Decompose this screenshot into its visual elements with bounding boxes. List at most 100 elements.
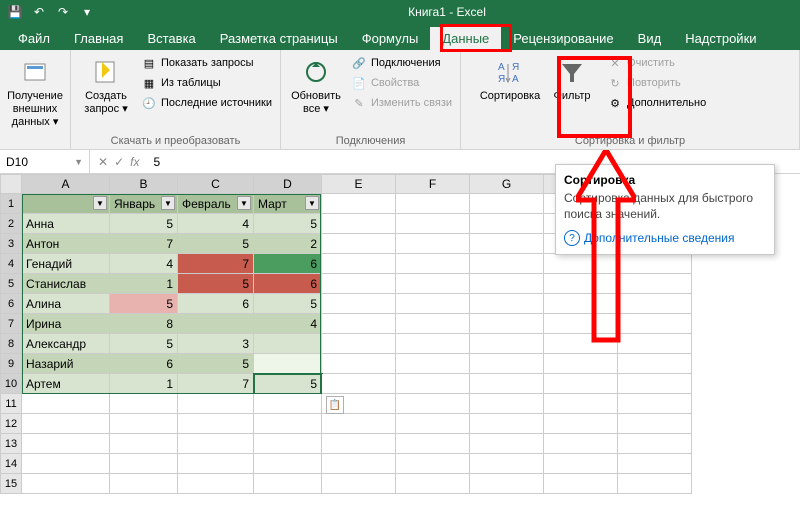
tooltip-help-link[interactable]: Дополнительные сведения — [564, 230, 766, 246]
cell[interactable] — [618, 254, 692, 274]
cell[interactable] — [470, 394, 544, 414]
cell[interactable] — [322, 354, 396, 374]
cell[interactable] — [396, 434, 470, 454]
tab-data[interactable]: Данные — [430, 27, 501, 50]
cell[interactable] — [618, 334, 692, 354]
cell[interactable] — [544, 394, 618, 414]
table-header[interactable]: ▼ — [22, 194, 110, 214]
connections-button[interactable]: 🔗Подключения — [349, 54, 454, 72]
cell[interactable] — [618, 274, 692, 294]
cell-value[interactable]: 5 — [178, 234, 254, 254]
cell[interactable] — [470, 454, 544, 474]
cell-name[interactable]: Ирина — [22, 314, 110, 334]
cell-value[interactable] — [254, 334, 322, 354]
cell[interactable] — [322, 194, 396, 214]
cell[interactable] — [110, 454, 178, 474]
cell[interactable] — [396, 394, 470, 414]
cell-value[interactable]: 5 — [254, 214, 322, 234]
row-header[interactable]: 1 — [0, 194, 22, 214]
row-header[interactable]: 10 — [0, 374, 22, 394]
cell[interactable] — [254, 414, 322, 434]
cell[interactable] — [396, 454, 470, 474]
cell-name[interactable]: Александр — [22, 334, 110, 354]
cell[interactable] — [322, 314, 396, 334]
cell[interactable] — [396, 334, 470, 354]
cell-value[interactable]: 5 — [178, 274, 254, 294]
cell[interactable] — [110, 434, 178, 454]
cell[interactable] — [470, 354, 544, 374]
cell[interactable] — [470, 194, 544, 214]
cell[interactable] — [254, 434, 322, 454]
cell[interactable] — [110, 394, 178, 414]
smart-tag-icon[interactable]: 📋 — [326, 396, 344, 414]
col-header-G[interactable]: G — [470, 174, 544, 194]
cell[interactable] — [322, 254, 396, 274]
refresh-all-button[interactable]: Обновить все ▾ — [287, 54, 345, 118]
cell-value[interactable]: 5 — [178, 354, 254, 374]
cell-value[interactable]: 6 — [110, 354, 178, 374]
cell[interactable] — [618, 354, 692, 374]
cell[interactable] — [470, 474, 544, 494]
qat-customize-icon[interactable]: ▾ — [76, 1, 98, 23]
cell[interactable] — [22, 394, 110, 414]
cell[interactable] — [470, 234, 544, 254]
cell-value[interactable]: 5 — [254, 294, 322, 314]
table-header[interactable]: Февраль▼ — [178, 194, 254, 214]
cell[interactable] — [544, 434, 618, 454]
cell-value[interactable]: 2 — [254, 234, 322, 254]
cell[interactable] — [470, 414, 544, 434]
sort-button[interactable]: АЯЯА Сортировка — [481, 54, 539, 105]
cell[interactable] — [322, 414, 396, 434]
col-header-C[interactable]: C — [178, 174, 254, 194]
tab-page-layout[interactable]: Разметка страницы — [208, 27, 350, 50]
undo-icon[interactable]: ↶ — [28, 1, 50, 23]
cell[interactable] — [544, 274, 618, 294]
get-external-data-button[interactable]: Получение внешних данных ▾ — [6, 54, 64, 132]
cell[interactable] — [396, 474, 470, 494]
tab-review[interactable]: Рецензирование — [501, 27, 625, 50]
tab-formulas[interactable]: Формулы — [350, 27, 431, 50]
cell[interactable] — [396, 254, 470, 274]
cell[interactable] — [396, 354, 470, 374]
recent-sources-button[interactable]: 🕘Последние источники — [139, 94, 274, 112]
cell-value[interactable]: 5 — [110, 294, 178, 314]
filter-arrow-icon[interactable]: ▼ — [93, 196, 107, 210]
cell[interactable] — [396, 374, 470, 394]
cell[interactable] — [178, 394, 254, 414]
row-header[interactable]: 13 — [0, 434, 22, 454]
cell-name[interactable]: Генадий — [22, 254, 110, 274]
row-header[interactable]: 6 — [0, 294, 22, 314]
row-header[interactable]: 12 — [0, 414, 22, 434]
cell[interactable] — [22, 434, 110, 454]
cell-name[interactable]: Артем — [22, 374, 110, 394]
cell-value[interactable]: 3 — [178, 334, 254, 354]
cell[interactable] — [22, 454, 110, 474]
cell[interactable] — [544, 414, 618, 434]
cell[interactable] — [396, 214, 470, 234]
cell-name[interactable]: Назарий — [22, 354, 110, 374]
cell-value[interactable]: 4 — [110, 254, 178, 274]
row-header[interactable]: 7 — [0, 314, 22, 334]
cell[interactable] — [322, 334, 396, 354]
name-box[interactable]: D10▼ — [0, 150, 90, 173]
cell[interactable] — [396, 194, 470, 214]
cell-value[interactable]: 6 — [254, 274, 322, 294]
cell[interactable] — [618, 374, 692, 394]
cell-value[interactable] — [178, 314, 254, 334]
tab-file[interactable]: Файл — [6, 27, 62, 50]
redo-icon[interactable]: ↷ — [52, 1, 74, 23]
save-icon[interactable]: 💾 — [4, 1, 26, 23]
cell[interactable] — [544, 314, 618, 334]
cell-name[interactable]: Алина — [22, 294, 110, 314]
cell[interactable] — [544, 374, 618, 394]
row-header[interactable]: 5 — [0, 274, 22, 294]
cell[interactable] — [470, 434, 544, 454]
cell[interactable] — [254, 454, 322, 474]
cell[interactable] — [544, 334, 618, 354]
col-header-A[interactable]: A — [22, 174, 110, 194]
cell-value[interactable]: 7 — [178, 374, 254, 394]
cell[interactable] — [544, 254, 618, 274]
cell-value[interactable]: 6 — [254, 254, 322, 274]
row-header[interactable]: 14 — [0, 454, 22, 474]
cell-value[interactable]: 1 — [110, 374, 178, 394]
